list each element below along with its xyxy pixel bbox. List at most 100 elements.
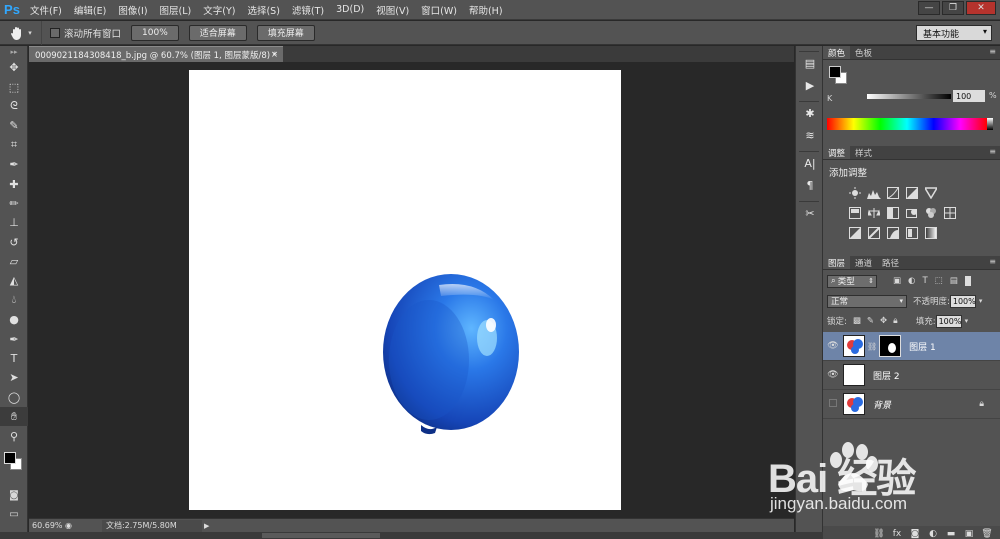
- close-icon[interactable]: ×: [271, 50, 278, 60]
- canvas-area[interactable]: [29, 62, 794, 518]
- path-select-tool[interactable]: ➤: [0, 368, 28, 387]
- panel-menu-icon[interactable]: ≡: [989, 257, 996, 266]
- dodge-tool[interactable]: ●: [0, 310, 28, 329]
- hue-saturation-icon[interactable]: [847, 206, 863, 220]
- blur-tool[interactable]: 💧︎: [0, 291, 28, 310]
- brush-settings-icon[interactable]: ✱: [796, 102, 824, 124]
- color-spectrum[interactable]: [827, 118, 987, 130]
- filter-toggle-icon[interactable]: [964, 276, 971, 286]
- zoom-100-button[interactable]: 100%: [131, 24, 179, 41]
- menu-file[interactable]: 文件(F): [24, 3, 68, 17]
- status-info-icon[interactable]: ◉: [65, 521, 72, 530]
- blend-mode-select[interactable]: 正常 ▾: [827, 294, 907, 308]
- healing-brush-tool[interactable]: ✚: [0, 174, 28, 193]
- character-icon[interactable]: A|: [796, 152, 824, 174]
- crop-tool[interactable]: ⌗: [0, 136, 28, 155]
- scroll-all-windows-checkbox[interactable]: 滚动所有窗口: [50, 26, 121, 40]
- color-balance-icon[interactable]: [866, 206, 882, 220]
- tab-color[interactable]: 颜色: [823, 46, 851, 59]
- zoom-level[interactable]: 60.69%: [29, 521, 65, 530]
- new-layer-icon[interactable]: ▣: [960, 529, 978, 539]
- channel-mixer-icon[interactable]: [923, 206, 939, 220]
- marquee-tool[interactable]: ⬚: [0, 77, 28, 96]
- fill-dropdown-icon[interactable]: ▾: [965, 317, 969, 325]
- layer-mask-thumbnail[interactable]: [879, 335, 902, 357]
- restore-button[interactable]: ❐: [942, 1, 964, 15]
- add-mask-icon[interactable]: ◙: [906, 529, 924, 539]
- brush-tool[interactable]: ✏: [0, 194, 28, 213]
- move-tool[interactable]: ✥: [0, 58, 28, 77]
- document-canvas[interactable]: [189, 70, 621, 510]
- panel-menu-icon[interactable]: ≡: [989, 147, 996, 156]
- new-group-icon[interactable]: ▬: [942, 529, 960, 539]
- lock-position-icon[interactable]: ✥: [880, 316, 887, 326]
- tab-swatches[interactable]: 色板: [850, 46, 877, 59]
- history-icon[interactable]: ▤: [796, 52, 824, 74]
- menu-window[interactable]: 窗口(W): [415, 3, 463, 17]
- filter-shape-icon[interactable]: ⬚: [935, 276, 943, 286]
- zoom-tool[interactable]: ⚲: [0, 426, 28, 445]
- tab-adjustments[interactable]: 调整: [823, 146, 851, 159]
- lasso-tool[interactable]: ᘓ: [0, 97, 28, 116]
- visibility-off-box[interactable]: [823, 398, 843, 410]
- menu-image[interactable]: 图像(I): [112, 3, 153, 17]
- menu-3d[interactable]: 3D(D): [330, 4, 370, 15]
- exposure-icon[interactable]: [904, 186, 920, 200]
- layer-row[interactable]: 👁︎ 图层 2: [823, 361, 1000, 390]
- link-layers-icon[interactable]: ⛓︎: [870, 529, 888, 539]
- lock-all-icon[interactable]: 🔒︎: [893, 316, 898, 326]
- tool-presets-icon[interactable]: ✂: [796, 202, 824, 224]
- document-tab[interactable]: 0009021184308418_b.jpg @ 60.7% (图层 1, 图层…: [29, 46, 283, 62]
- k-value-input[interactable]: 100: [953, 90, 985, 102]
- layer-row[interactable]: 背景 🔒︎: [823, 390, 1000, 419]
- paragraph-icon[interactable]: ¶: [796, 174, 824, 196]
- foreground-swatch[interactable]: [829, 66, 841, 78]
- quick-mask-button[interactable]: ◙: [0, 486, 28, 505]
- trash-icon[interactable]: 🗑︎: [978, 529, 996, 539]
- bw-ramp[interactable]: [987, 118, 993, 130]
- checkbox-box[interactable]: [50, 27, 60, 38]
- tab-channels[interactable]: 通道: [850, 256, 877, 269]
- k-slider[interactable]: [867, 94, 951, 99]
- filter-smart-object-icon[interactable]: ▤: [950, 276, 958, 286]
- invert-icon[interactable]: [847, 226, 863, 240]
- foreground-color[interactable]: [4, 451, 16, 464]
- selective-color-icon[interactable]: [904, 226, 920, 240]
- fill-input[interactable]: 100%: [935, 314, 962, 328]
- toolbox-collapse[interactable]: ▸▸: [0, 46, 28, 58]
- fit-screen-button[interactable]: 适合屏幕: [188, 24, 247, 41]
- lock-image-icon[interactable]: ✎: [867, 316, 874, 326]
- fx-icon[interactable]: fx: [888, 529, 906, 539]
- eraser-tool[interactable]: ▱: [0, 252, 28, 271]
- link-icon[interactable]: ⛓︎: [867, 342, 877, 351]
- quick-select-tool[interactable]: ✎: [0, 116, 28, 135]
- panel-menu-icon[interactable]: ≡: [989, 47, 996, 56]
- levels-icon[interactable]: [866, 186, 882, 200]
- layer-row[interactable]: 👁︎ ⛓︎ 图层 1: [823, 332, 1000, 361]
- photo-filter-icon[interactable]: [904, 206, 920, 220]
- new-adjustment-icon[interactable]: ◐: [924, 529, 942, 539]
- filter-pixel-icon[interactable]: ▣: [893, 276, 901, 286]
- filter-adjustment-icon[interactable]: ◐: [908, 276, 915, 286]
- pen-tool[interactable]: ✒: [0, 329, 28, 348]
- type-tool[interactable]: T: [0, 349, 28, 368]
- fill-screen-button[interactable]: 填充屏幕: [256, 24, 315, 41]
- screen-mode-button[interactable]: ▭: [0, 505, 28, 524]
- menu-select[interactable]: 选择(S): [241, 3, 285, 17]
- posterize-icon[interactable]: [866, 226, 882, 240]
- menu-edit[interactable]: 编辑(E): [68, 3, 112, 17]
- curves-icon[interactable]: [885, 186, 901, 200]
- history-brush-tool[interactable]: ↺: [0, 233, 28, 252]
- menu-type[interactable]: 文字(Y): [197, 3, 241, 17]
- eye-icon[interactable]: 👁︎: [823, 370, 843, 380]
- layer-filter-select[interactable]: ⌕ 类型 ⇕: [827, 274, 877, 288]
- threshold-icon[interactable]: [885, 226, 901, 240]
- clone-stamp-tool[interactable]: ⊥: [0, 213, 28, 232]
- eye-icon[interactable]: 👁︎: [823, 341, 843, 351]
- gradient-map-icon[interactable]: [923, 226, 939, 240]
- close-button[interactable]: ✕: [966, 1, 996, 15]
- menu-help[interactable]: 帮助(H): [463, 3, 509, 17]
- menu-layer[interactable]: 图层(L): [154, 3, 198, 17]
- opacity-dropdown-icon[interactable]: ▾: [979, 297, 983, 305]
- tool-preset-picker[interactable]: ▾: [0, 20, 42, 45]
